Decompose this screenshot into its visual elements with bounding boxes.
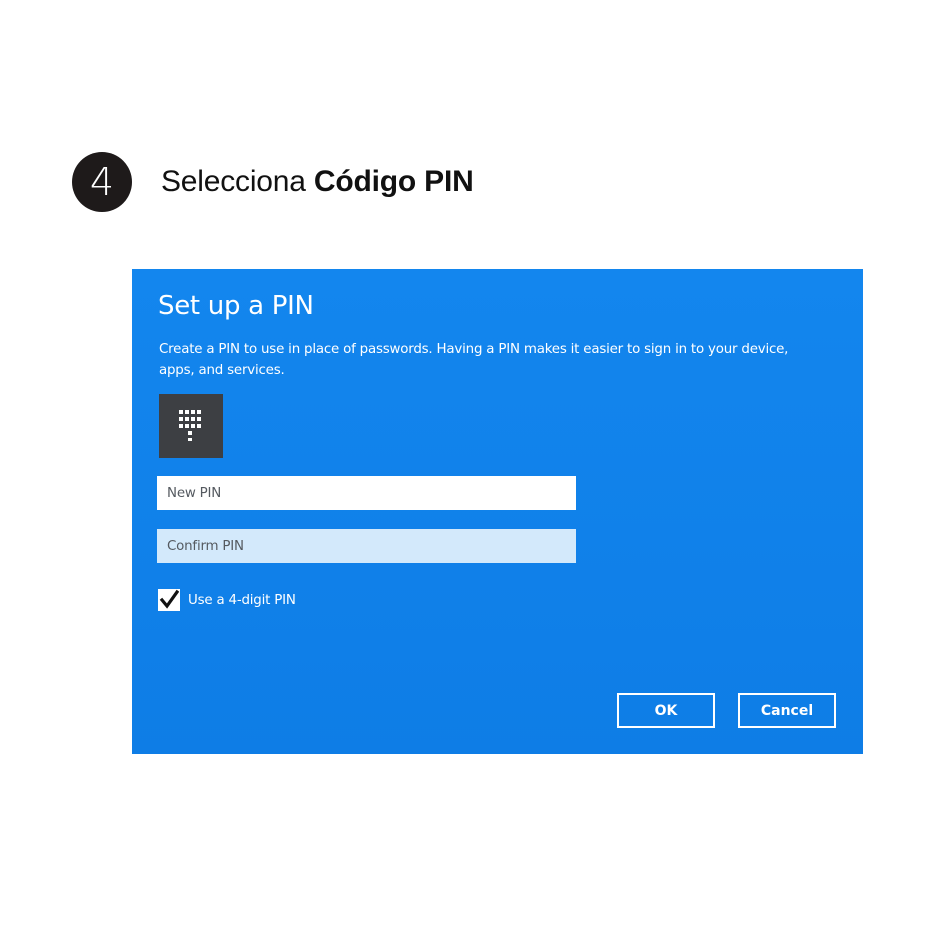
dialog-description: Create a PIN to use in place of password… <box>159 342 789 378</box>
step-instruction: Selecciona Código PIN <box>161 165 474 199</box>
checkmark-icon <box>159 589 179 609</box>
four-digit-pin-label: Use a 4-digit PIN <box>188 592 296 608</box>
four-digit-pin-option[interactable]: Use a 4-digit PIN <box>158 588 296 612</box>
ok-button[interactable]: OK <box>617 693 715 728</box>
step-header: 4 Selecciona Código PIN <box>72 152 474 212</box>
confirm-pin-input[interactable] <box>157 529 576 563</box>
step-number-badge: 4 <box>72 152 132 212</box>
four-digit-pin-checkbox[interactable] <box>158 589 180 611</box>
cancel-button[interactable]: Cancel <box>738 693 836 728</box>
new-pin-input[interactable] <box>157 476 576 510</box>
step-instruction-prefix: Selecciona <box>161 165 314 198</box>
dialog-title: Set up a PIN <box>158 291 314 321</box>
setup-pin-dialog: Set up a PIN Create a PIN to use in plac… <box>132 269 863 754</box>
keypad-icon <box>159 394 223 458</box>
step-instruction-highlight: Código PIN <box>313 165 474 198</box>
